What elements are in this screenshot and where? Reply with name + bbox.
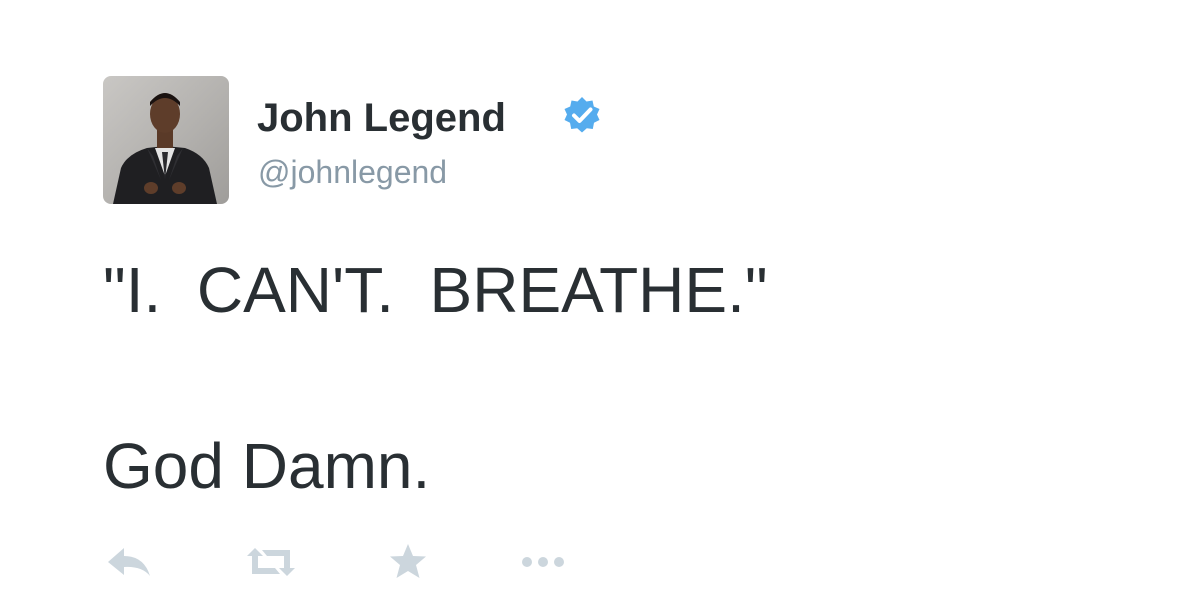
verified-badge-icon	[561, 95, 603, 137]
tweet-card: John Legend @johnlegend "I. CAN'T. BREAT…	[0, 0, 1200, 600]
retweet-button[interactable]	[243, 540, 295, 584]
more-button[interactable]	[515, 540, 567, 584]
more-dots-icon	[522, 557, 564, 567]
reply-icon	[108, 548, 150, 576]
favorite-button[interactable]	[382, 540, 434, 584]
avatar[interactable]	[103, 76, 229, 204]
user-handle[interactable]: @johnlegend	[258, 150, 447, 194]
tweet-text-line: God Damn.	[103, 430, 431, 502]
star-icon	[390, 544, 426, 578]
display-name[interactable]: John Legend	[257, 92, 506, 144]
tweet-text-line: "I. CAN'T. BREATHE."	[103, 254, 768, 326]
retweet-icon	[247, 548, 295, 576]
tweet-actions	[0, 540, 1200, 590]
reply-button[interactable]	[104, 540, 156, 584]
